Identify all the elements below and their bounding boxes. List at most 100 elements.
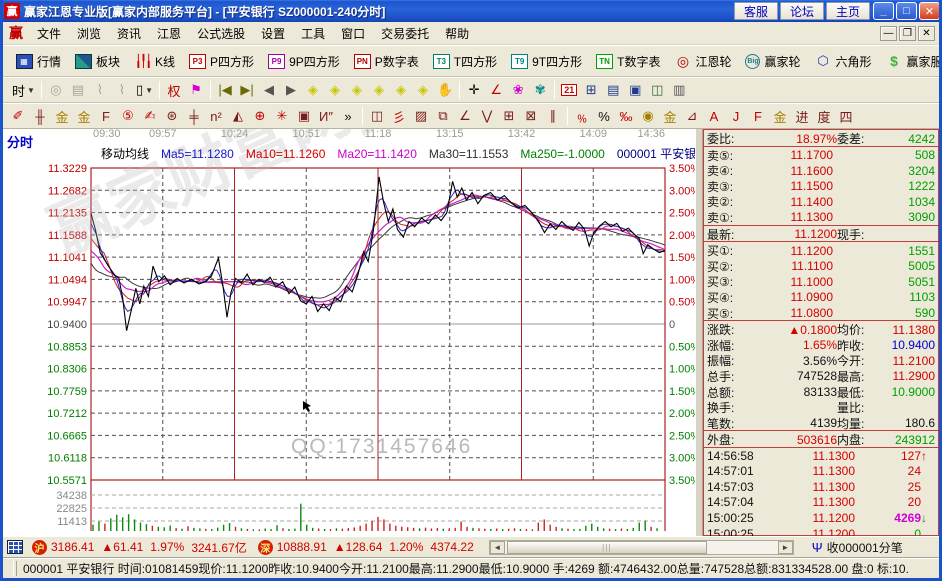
menu-工具[interactable]: 工具 <box>293 24 333 44</box>
tick-row-2[interactable]: 14:57:0311.130025 <box>704 479 938 495</box>
draw-vee-button[interactable]: ⋁ <box>476 106 498 127</box>
nav-zoom-all-button[interactable]: ◈ <box>390 80 412 101</box>
draw-jin-angle-button[interactable]: 进 <box>791 106 813 127</box>
quote-row-weibi[interactable]: 委比:18.97%委差:4242 <box>704 130 938 146</box>
quote-grid-icon[interactable] <box>7 540 23 554</box>
draw-angle-line-button[interactable]: ∠ <box>454 106 476 127</box>
ask-row-2[interactable]: 卖②:11.14001034 <box>704 193 938 209</box>
draw-gold-line-1-button[interactable]: 金 <box>51 106 73 127</box>
nav-zoom-left-button[interactable]: ◈ <box>302 80 324 101</box>
quote-row-stat-2[interactable]: 振幅:3.56%今开:11.2100 <box>704 352 938 368</box>
nav-candle-style-button[interactable]: ▯▼ <box>133 80 156 101</box>
toolbar-quotes-button[interactable]: ▦行情 <box>9 50 68 73</box>
draw-freehand-button[interactable]: ✍ <box>139 106 161 127</box>
ask-row-4[interactable]: 卖④:11.16003204 <box>704 162 938 178</box>
draw-gold-angle-button[interactable]: 金 <box>769 106 791 127</box>
nav-rights-adjust-button[interactable]: 权 <box>163 80 185 101</box>
draw-target-button[interactable]: ⊕ <box>249 106 271 127</box>
draw-j-angle-button[interactable]: J <box>725 106 747 127</box>
scroll-right-arrow[interactable]: ► <box>778 541 793 554</box>
quote-row-waipan[interactable]: 外盘:503616内盘:243912 <box>704 431 938 447</box>
ask-row-3[interactable]: 卖③:11.15001222 <box>704 178 938 194</box>
draw-grid-box-button[interactable]: ⧉ <box>432 106 454 127</box>
mdi-close-button[interactable]: ✕ <box>918 26 935 41</box>
draw-fan-button[interactable]: 彡 <box>388 106 410 127</box>
draw-fibo-button[interactable]: F <box>95 106 117 127</box>
draw-gold-level-button[interactable]: 金 <box>659 106 681 127</box>
nav-last-page-button[interactable]: ▶| <box>236 80 258 101</box>
toolbar-kline-button[interactable]: ╽╿╽K线 <box>127 50 182 73</box>
latest-row[interactable]: 最新:11.1200现手: <box>704 226 938 242</box>
forum-button[interactable]: 论坛 <box>780 2 824 20</box>
nav-first-page-button[interactable]: |◀ <box>214 80 236 101</box>
scroll-thumb[interactable]: ||| <box>507 541 707 554</box>
tick-row-4[interactable]: 15:00:2511.12004269↓ <box>704 510 938 526</box>
quote-row-stat-5[interactable]: 换手:量比: <box>704 399 938 415</box>
toolbar-t-table-button[interactable]: TNT数字表 <box>589 50 667 73</box>
draw-spiral-button[interactable]: ⑤ <box>117 106 139 127</box>
bid-row-3[interactable]: 买③:11.10005051 <box>704 273 938 289</box>
tick-row-0[interactable]: 14:56:5811.1300127↑ <box>704 448 938 464</box>
quote-row-stat-6[interactable]: 笔数:4139均量:180.6 <box>704 415 938 431</box>
tick-row-1[interactable]: 14:57:0111.130024 <box>704 463 938 479</box>
menu-窗口[interactable]: 窗口 <box>333 24 373 44</box>
nav-crosshair-tool-button[interactable]: ✛ <box>463 80 485 101</box>
panel-splitter[interactable] <box>695 129 703 536</box>
bid-row-1[interactable]: 买①:11.12001551 <box>704 242 938 258</box>
draw-grid-x-button[interactable]: ⊠ <box>520 106 542 127</box>
menu-文件[interactable]: 文件 <box>29 24 69 44</box>
bid-row-5[interactable]: 买⑤:11.0800590 <box>704 305 938 321</box>
draw-percent-lines-button[interactable]: ﹪ <box>571 106 593 127</box>
toolbar-hexagon-button[interactable]: ⬡六角形 <box>808 50 879 73</box>
quote-row-stat-0[interactable]: 涨跌:▲0.1800均价:11.1380 <box>704 321 938 337</box>
homepage-button[interactable]: 主页 <box>826 2 870 20</box>
draw-triangle-button[interactable]: ◭ <box>227 106 249 127</box>
quote-row-stat-1[interactable]: 涨幅:1.65%昨收:10.9400 <box>704 337 938 353</box>
draw-parallel-button[interactable]: ∥ <box>542 106 564 127</box>
shenzhen-index-icon[interactable]: 深 <box>258 540 273 555</box>
minimize-button[interactable]: _ <box>873 2 894 20</box>
menu-帮助[interactable]: 帮助 <box>437 24 477 44</box>
draw-pen-button[interactable]: ✐ <box>7 106 29 127</box>
draw-a-wave-button[interactable]: A <box>703 106 725 127</box>
scroll-left-arrow[interactable]: ◄ <box>490 541 505 554</box>
draw-si-angle-button[interactable]: 四 <box>835 106 857 127</box>
draw-wave-button[interactable]: И″ <box>315 106 337 127</box>
nav-zoom-right-button[interactable]: ◈ <box>324 80 346 101</box>
menu-公式选股[interactable]: 公式选股 <box>189 24 253 44</box>
nav-zoom-reset-button[interactable]: ◈ <box>412 80 434 101</box>
nav-next-page-button[interactable]: ▶ <box>280 80 302 101</box>
draw-channel-button[interactable]: ◫ <box>366 106 388 127</box>
mdi-minimize-button[interactable]: — <box>880 26 897 41</box>
nav-save-button[interactable]: ▣ <box>624 80 646 101</box>
menu-交易委托[interactable]: 交易委托 <box>373 24 437 44</box>
shanghai-index-icon[interactable]: 沪 <box>32 540 47 555</box>
close-button[interactable]: ✕ <box>919 2 940 20</box>
draw-gold-circle-button[interactable]: ◉ <box>637 106 659 127</box>
draw-f-angle-button[interactable]: F <box>747 106 769 127</box>
nav-pattern-tool-button[interactable]: ✾ <box>529 80 551 101</box>
toolbar-sectors-button[interactable]: 板块 <box>68 50 127 73</box>
menu-资讯[interactable]: 资讯 <box>109 24 149 44</box>
nav-zoom-h-shrink-button[interactable]: ◈ <box>368 80 390 101</box>
toolbar-p-table-button[interactable]: PNP数字表 <box>347 50 426 73</box>
menu-设置[interactable]: 设置 <box>253 24 293 44</box>
nav-angle-tool-button[interactable]: ∠ <box>485 80 507 101</box>
toolbar-winner-wheel-button[interactable]: Big赢家轮 <box>738 50 807 73</box>
toolbar-p-square-button[interactable]: P3P四方形 <box>182 50 261 73</box>
draw-box-button[interactable]: ▣ <box>293 106 315 127</box>
toolbar-9p-square-button[interactable]: P99P四方形 <box>261 50 347 73</box>
nav-period-selector-button[interactable]: 时▼ <box>9 80 38 101</box>
draw-star-button[interactable]: ✳ <box>271 106 293 127</box>
menu-浏览[interactable]: 浏览 <box>69 24 109 44</box>
draw-percent-button[interactable]: % <box>593 106 615 127</box>
draw-permille-button[interactable]: ‰ <box>615 106 637 127</box>
nav-hand-tool-button[interactable]: ✋ <box>434 80 456 101</box>
ask-row-5[interactable]: 卖⑤:11.1700508 <box>704 147 938 163</box>
ask-row-1[interactable]: 卖①:11.13003090 <box>704 209 938 225</box>
nav-flag-marker-button[interactable]: ⚑ <box>185 80 207 101</box>
draw-gann-grid-button[interactable]: ╫ <box>29 106 51 127</box>
tick-row-3[interactable]: 14:57:0411.130020 <box>704 495 938 511</box>
draw-wedge-button[interactable]: ⊿ <box>681 106 703 127</box>
toolbar-t-square-button[interactable]: T3T四方形 <box>426 50 504 73</box>
